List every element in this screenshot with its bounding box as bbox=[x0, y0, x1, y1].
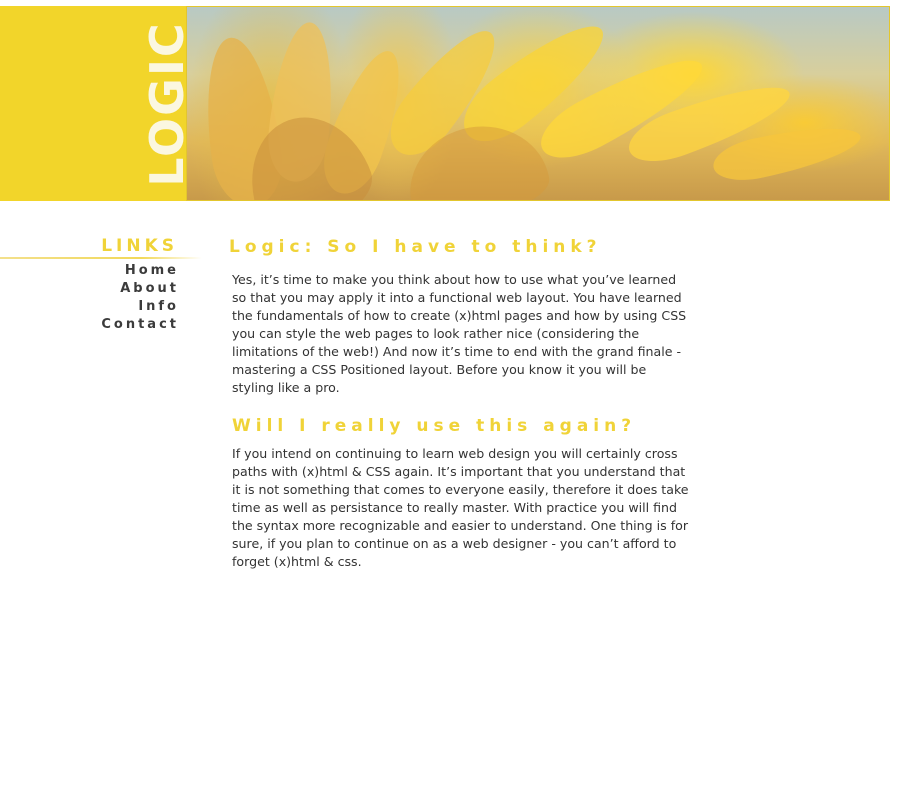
site-logo: LOGIC bbox=[148, 6, 186, 201]
nav-link-contact[interactable]: Contact bbox=[60, 316, 179, 334]
section-heading: Logic: So I have to think? bbox=[229, 237, 602, 257]
nav-link-home[interactable]: Home bbox=[60, 262, 179, 280]
section-paragraph: If you intend on continuing to learn web… bbox=[232, 446, 689, 569]
nav-link-about[interactable]: About bbox=[60, 280, 179, 298]
sidebar-divider bbox=[0, 257, 202, 259]
section-paragraph: Yes, it’s time to make you think about h… bbox=[232, 272, 687, 395]
site-logo-text: LOGIC bbox=[148, 20, 186, 187]
sidebar-title: LINKS bbox=[101, 236, 178, 256]
header-banner: LOGIC bbox=[0, 6, 890, 201]
nav-link-info[interactable]: Info bbox=[60, 298, 179, 316]
header-sunflower-image bbox=[186, 6, 890, 201]
section-heading: Will I really use this again? bbox=[232, 416, 637, 436]
sidebar-nav: Home About Info Contact bbox=[60, 262, 176, 334]
